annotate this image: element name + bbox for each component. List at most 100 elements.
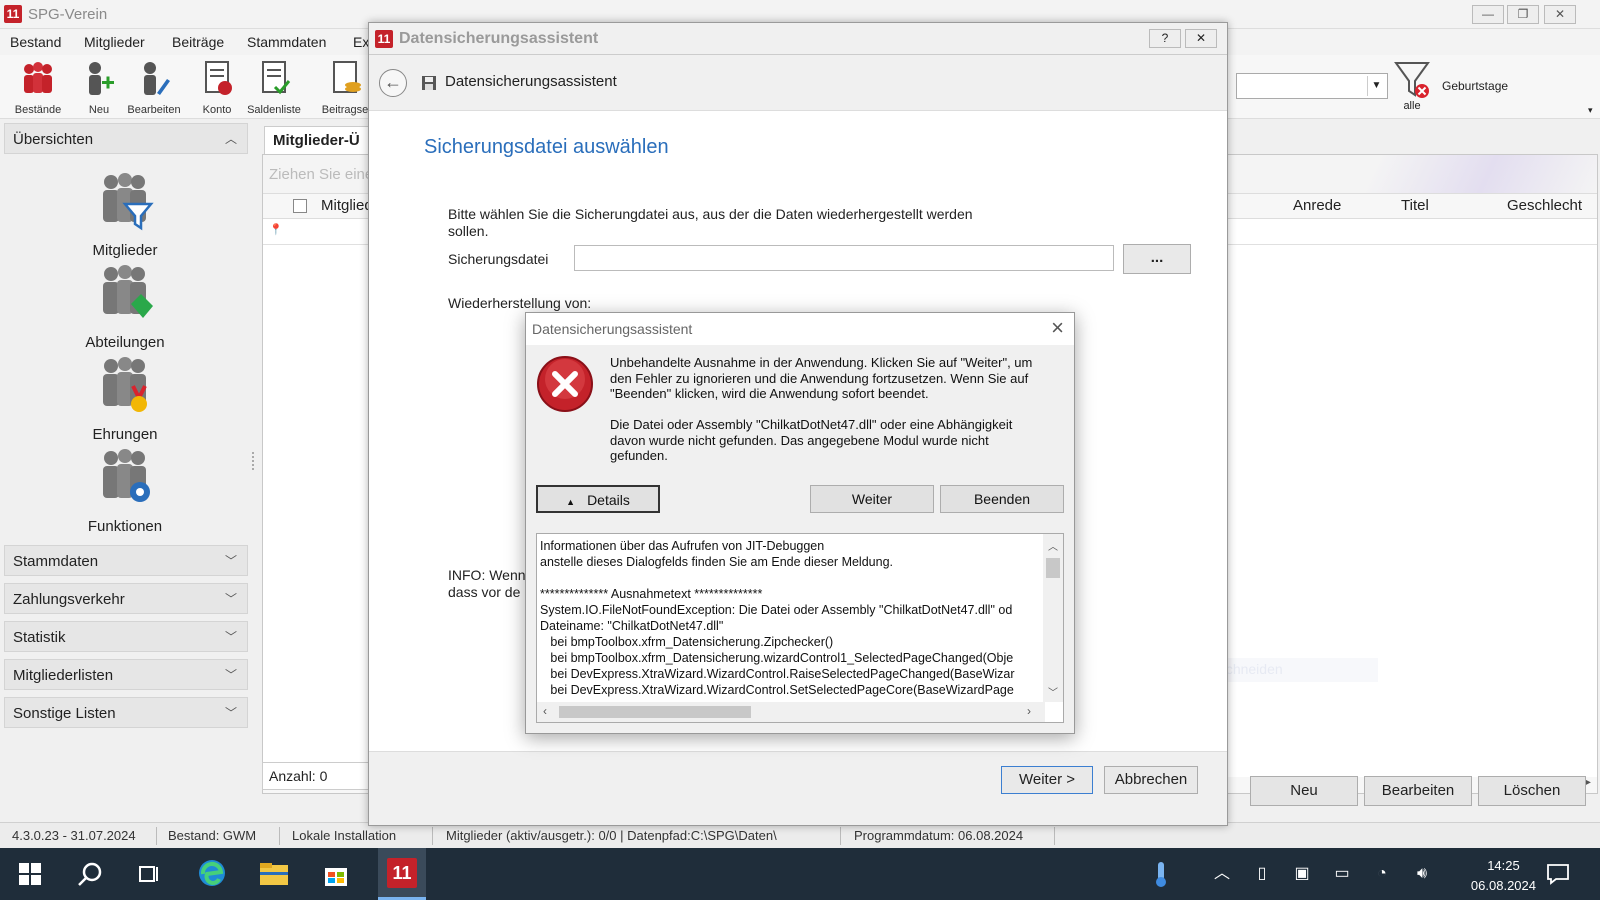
error-close-icon[interactable]: × <box>1051 315 1064 341</box>
wizard-header-title: Datensicherungsassistent <box>445 73 617 90</box>
restore-button[interactable]: ❐ <box>1507 5 1539 24</box>
vscroll-thumb[interactable] <box>1046 558 1060 578</box>
nav-members[interactable]: Mitglieder <box>0 172 250 259</box>
ribbon-label: Bestände <box>14 104 62 116</box>
column-geschlecht[interactable]: Geschlecht <box>1507 197 1582 214</box>
edit-member-button[interactable]: Bearbeiten <box>124 59 184 116</box>
wizard-next-button[interactable]: Weiter > <box>1001 766 1093 794</box>
thermometer-icon[interactable] <box>1146 858 1178 890</box>
tab-members-overview[interactable]: Mitglieder-Ü <box>264 126 379 154</box>
battery-icon[interactable]: ▭ <box>1326 858 1358 890</box>
windows-start-icon[interactable] <box>14 858 46 890</box>
menu-mitglieder[interactable]: Mitglieder <box>84 34 145 50</box>
volume-icon[interactable]: 🔊︎ <box>1406 858 1438 890</box>
birthdays-link[interactable]: Geburtstage <box>1442 79 1508 93</box>
section-sonstige-listen[interactable]: Sonstige Listen ﹀ <box>4 697 248 728</box>
nav-functions[interactable]: Funktionen <box>0 448 250 535</box>
details-hscrollbar[interactable]: ‹ › <box>537 702 1045 722</box>
scroll-left-icon[interactable]: ‹ <box>543 704 547 718</box>
wifi-icon[interactable]: ◔ <box>1366 858 1398 890</box>
scroll-down-icon[interactable]: ﹀ <box>1048 684 1058 699</box>
new-member-button[interactable]: Neu <box>72 59 126 116</box>
menu-bestand[interactable]: Bestand <box>10 34 61 50</box>
back-arrow-icon[interactable]: ← <box>379 69 407 97</box>
select-all-checkbox[interactable] <box>293 199 307 213</box>
error-dialog-title: Datensicherungsassistent <box>532 321 693 337</box>
help-button[interactable]: ? <box>1149 29 1181 48</box>
status-version: 4.3.0.23 - 31.07.2024 <box>12 828 136 843</box>
exception-details-box[interactable]: Informationen über das Aufrufen von JIT-… <box>536 533 1064 723</box>
column-mitglied[interactable]: Mitglied <box>321 197 373 214</box>
nav-departments[interactable]: Abteilungen <box>0 264 250 351</box>
column-anrede[interactable]: Anrede <box>1293 197 1341 214</box>
splitter-handle[interactable] <box>252 452 254 470</box>
chevron-down-icon: ﹀ <box>224 554 237 568</box>
chevron-up-icon[interactable]: ︿ <box>1206 858 1238 890</box>
overview-header[interactable]: Übersichten ︿ <box>4 123 248 154</box>
browse-button[interactable]: ... <box>1123 244 1191 274</box>
search-icon[interactable] <box>74 858 106 890</box>
chevron-down-icon: ﹀ <box>224 706 237 720</box>
section-mitgliederlisten[interactable]: Mitgliederlisten ﹀ <box>4 659 248 690</box>
ribbon-expand-icon[interactable]: ▾ <box>1588 105 1593 116</box>
spg-logo-icon: 11 <box>387 858 417 888</box>
spg-verein-taskbar-icon[interactable]: 11 <box>378 848 426 900</box>
column-titel[interactable]: Titel <box>1401 197 1429 214</box>
quit-button[interactable]: Beenden <box>940 485 1064 513</box>
edge-browser-icon[interactable] <box>196 858 228 890</box>
continue-button[interactable]: Weiter <box>810 485 934 513</box>
beitragseinzug-button[interactable]: Beitragse <box>320 59 370 116</box>
notification-icon[interactable] <box>1542 858 1574 890</box>
restore-from-label: Wiederherstellung von: <box>448 295 592 311</box>
error-message-2: Die Datei oder Assembly "ChilkatDotNet47… <box>610 417 1013 463</box>
details-button-label: Details <box>587 492 630 508</box>
device-icon[interactable]: ▯ <box>1246 858 1278 890</box>
konto-button[interactable]: Konto <box>195 59 239 116</box>
delete-button[interactable]: Löschen <box>1478 776 1586 806</box>
wizard-header: ← Datensicherungsassistent <box>369 55 1227 111</box>
section-statistik[interactable]: Statistik ﹀ <box>4 621 248 652</box>
saldenliste-button[interactable]: Saldenliste <box>244 59 304 116</box>
backup-file-input[interactable] <box>574 245 1114 271</box>
group-hint: Ziehen Sie eine <box>269 166 374 183</box>
chevron-down-icon: ﹀ <box>224 668 237 682</box>
clock[interactable]: 14:25 06.08.2024 <box>1471 856 1536 896</box>
page-title: Sicherungsdatei auswählen <box>424 136 669 158</box>
wizard-cancel-button[interactable]: Abbrechen <box>1104 766 1198 794</box>
filter-all-button[interactable]: alle <box>1392 61 1432 112</box>
new-button[interactable]: Neu <box>1250 776 1358 806</box>
security-alert-icon[interactable]: ▣ <box>1286 858 1318 890</box>
app-title: SPG-Verein <box>28 6 108 23</box>
task-view-icon[interactable] <box>134 858 166 890</box>
microsoft-store-icon[interactable] <box>320 858 352 890</box>
section-stammdaten[interactable]: Stammdaten ﹀ <box>4 545 248 576</box>
scroll-right-icon[interactable]: › <box>1027 704 1031 718</box>
nav-honors[interactable]: Ehrungen <box>0 356 250 443</box>
details-vscrollbar[interactable]: ︿ ﹀ <box>1043 534 1063 702</box>
details-button[interactable]: ▲ Details <box>536 485 660 513</box>
edit-button[interactable]: Bearbeiten <box>1364 776 1472 806</box>
count-label: Anzahl: 0 <box>262 762 372 790</box>
clock-date: 06.08.2024 <box>1470 878 1536 893</box>
file-explorer-icon[interactable] <box>258 858 290 890</box>
filter-select[interactable]: ▼ <box>1236 73 1388 99</box>
scroll-up-icon[interactable]: ︿ <box>1048 538 1058 553</box>
honors-medal-icon <box>103 357 147 412</box>
section-zahlungsverkehr[interactable]: Zahlungsverkehr ﹀ <box>4 583 248 614</box>
menu-stammdaten[interactable]: Stammdaten <box>247 34 326 50</box>
menu-beitraege[interactable]: Beiträge <box>172 34 224 50</box>
menu-extras[interactable]: Ex <box>353 34 369 50</box>
close-button[interactable]: ✕ <box>1544 5 1576 24</box>
exception-details-text: Informationen über das Aufrufen von JIT-… <box>540 539 1015 697</box>
section-label: Mitgliederlisten <box>13 667 114 684</box>
bestaende-button[interactable]: Bestände <box>8 59 68 116</box>
windows-taskbar: 11 ︿ ▯ ▣ ▭ ◔ 🔊︎ 14:25 06.08.2024 <box>0 848 1600 900</box>
chevron-up-icon: ︿ <box>224 132 237 146</box>
nav-label: Funktionen <box>87 518 163 535</box>
section-label: Statistik <box>13 629 66 646</box>
status-install: Lokale Installation <box>292 828 397 843</box>
minimize-button[interactable]: — <box>1472 5 1504 24</box>
wizard-close-button[interactable]: ✕ <box>1185 29 1217 48</box>
hscroll-thumb[interactable] <box>559 706 751 718</box>
chevron-down-icon[interactable]: ▼ <box>1367 76 1385 96</box>
